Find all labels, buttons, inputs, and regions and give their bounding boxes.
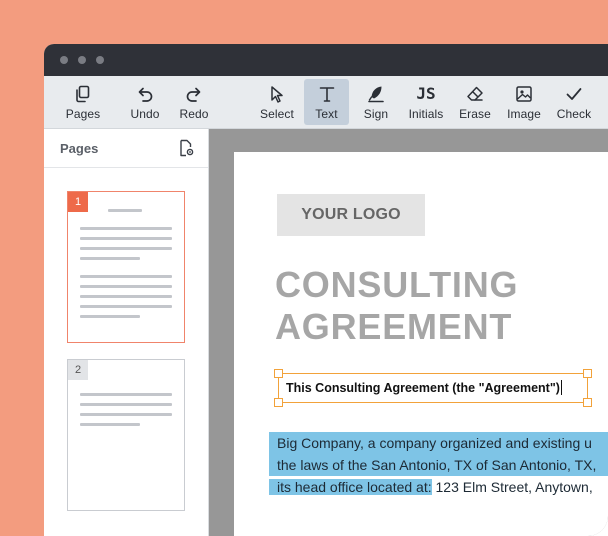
image-tool-label: Image (507, 106, 541, 121)
cursor-icon (271, 85, 283, 103)
page-number-badge: 2 (68, 360, 88, 380)
thumbnail-line (80, 227, 172, 230)
thumbnail-line (80, 413, 172, 416)
initials-tool-button[interactable]: JS Initials (402, 79, 450, 125)
redo-button-label: Redo (179, 106, 209, 121)
redo-button[interactable]: Redo (174, 79, 214, 125)
page-thumbnail-2[interactable]: 2 (67, 359, 185, 511)
highlighted-text: its head office located at: (269, 479, 432, 495)
page-number-badge: 1 (68, 192, 88, 212)
document-canvas: YOUR LOGO CONSULTING AGREEMENT This Cons… (209, 129, 608, 536)
pages-button-label: Pages (65, 106, 101, 121)
eraser-icon (467, 86, 483, 101)
initials-icon: JS (416, 83, 436, 103)
document-page[interactable]: YOUR LOGO CONSULTING AGREEMENT This Cons… (234, 152, 608, 536)
resize-handle[interactable] (274, 369, 283, 378)
redo-icon (186, 87, 201, 102)
undo-icon (138, 87, 153, 102)
document-title-line: CONSULTING (275, 264, 519, 305)
undo-button[interactable]: Undo (125, 79, 165, 125)
document-title-line: AGREEMENT (275, 306, 513, 347)
thumbnail-line (80, 285, 172, 288)
erase-tool-button[interactable]: Erase (455, 79, 495, 125)
resize-handle[interactable] (274, 398, 283, 407)
pages-sidebar: Pages 1 2 (44, 129, 209, 536)
paragraph-line: the laws of the San Antonio, TX of San A… (269, 454, 608, 476)
text-field-content[interactable]: This Consulting Agreement (the "Agreemen… (286, 380, 562, 395)
image-tool-button[interactable]: Image (503, 79, 545, 125)
sign-tool-button[interactable]: Sign (356, 79, 396, 125)
text-field-selected[interactable]: This Consulting Agreement (the "Agreemen… (274, 369, 592, 407)
thumbnail-line (80, 295, 172, 298)
text-icon (319, 86, 334, 102)
paragraph-text: 123 Elm Street, Anytown, (431, 479, 593, 495)
pages-icon (76, 85, 90, 102)
window-control-dot[interactable] (78, 56, 86, 64)
title-bar (44, 44, 608, 76)
document-title: CONSULTING AGREEMENT (275, 264, 605, 348)
window-control-dot[interactable] (96, 56, 104, 64)
text-tool-label: Text (315, 106, 338, 121)
page-settings-icon[interactable] (177, 139, 195, 157)
thumbnail-line (80, 403, 172, 406)
erase-tool-label: Erase (459, 106, 491, 121)
initials-tool-label: Initials (408, 106, 444, 121)
window-control-dot[interactable] (60, 56, 68, 64)
toolbar: Pages Undo Redo Select Text Sign JS Init… (44, 76, 608, 129)
thumbnail-line (80, 257, 140, 260)
resize-handle[interactable] (583, 398, 592, 407)
thumbnail-line (80, 423, 140, 426)
thumbnail-line (80, 247, 172, 250)
paragraph-line: its head office located at: 123 Elm Stre… (269, 476, 593, 498)
thumbnail-line (80, 315, 140, 318)
thumbnail-line (80, 275, 172, 278)
thumbnail-line (80, 305, 172, 308)
text-field-value: This Consulting Agreement (the "Agreemen… (286, 381, 560, 395)
check-tool-button[interactable]: Check (554, 79, 594, 125)
thumbnail-line (80, 237, 172, 240)
pages-button[interactable]: Pages (61, 79, 105, 125)
logo-placeholder[interactable]: YOUR LOGO (277, 194, 425, 236)
select-tool-button[interactable]: Select (257, 79, 297, 125)
thumbnail-line (108, 209, 142, 212)
page-thumbnail-1[interactable]: 1 (67, 191, 185, 343)
check-tool-label: Check (556, 106, 592, 121)
select-tool-label: Select (260, 106, 294, 121)
app-window: Pages Undo Redo Select Text Sign JS Init… (44, 44, 608, 536)
sidebar-header: Pages (44, 129, 208, 168)
pen-nib-icon (368, 86, 384, 102)
undo-button-label: Undo (130, 106, 160, 121)
paragraph-line: Big Company, a company organized and exi… (269, 432, 608, 454)
thumbnail-line (80, 393, 172, 396)
resize-handle[interactable] (583, 369, 592, 378)
sidebar-title: Pages (60, 141, 99, 156)
image-icon (516, 85, 532, 102)
checkmark-icon (566, 87, 582, 100)
sign-tool-label: Sign (363, 106, 389, 121)
text-tool-button[interactable]: Text (304, 79, 349, 125)
text-caret (560, 380, 562, 395)
